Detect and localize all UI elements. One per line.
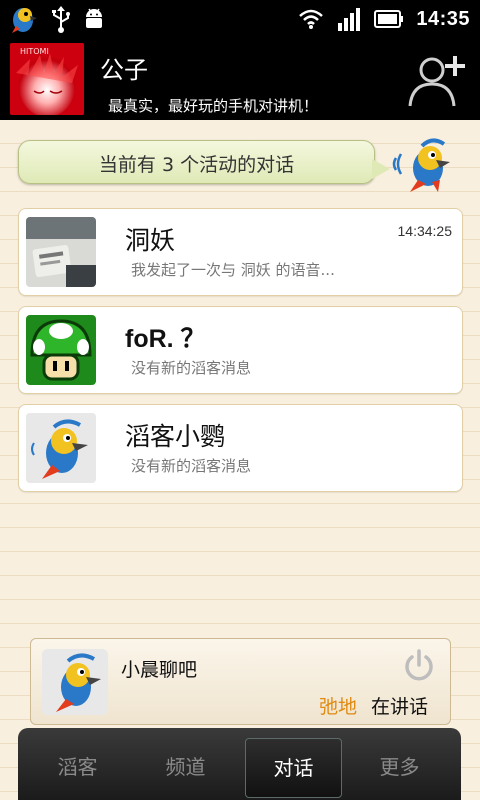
- bubble-tail: [372, 159, 390, 179]
- profile-header: HITOMI 公子 最真实，最好玩的手机对讲机！: [0, 38, 480, 120]
- conversation-subtitle: 没有新的滔客消息: [131, 457, 252, 475]
- signal-icon: [336, 7, 362, 31]
- wifi-icon: [298, 8, 324, 30]
- usb-icon: [50, 5, 72, 33]
- user-name: 公子: [100, 56, 148, 84]
- battery-icon: [374, 10, 404, 28]
- status-time: 14:35: [416, 7, 470, 30]
- tab-channels[interactable]: 频道: [138, 738, 233, 796]
- active-conversations-text: 当前有 3 个活动的对话: [98, 154, 295, 176]
- conversation-item[interactable]: 滔客小鹦 没有新的滔客消息: [18, 404, 463, 492]
- avatar-text: HITOMI: [20, 47, 49, 56]
- parrot-mascot-icon: [392, 136, 456, 192]
- speaking-status: 在讲话: [371, 696, 429, 718]
- power-button[interactable]: [402, 649, 436, 683]
- add-friend-button[interactable]: [408, 52, 468, 108]
- conversation-thumbnail: [26, 217, 96, 287]
- conversation-title: 洞妖: [125, 226, 176, 255]
- conversation-item[interactable]: 洞妖 我发起了一次与 洞妖 的语音... 14:34:25: [18, 208, 463, 296]
- channel-thumbnail: [42, 649, 108, 715]
- tab-more[interactable]: 更多: [352, 738, 447, 796]
- channel-name: 小晨聊吧: [121, 659, 198, 681]
- conversation-title: foR. ？: [125, 325, 206, 353]
- android-debug-icon: [82, 6, 106, 32]
- speaker-name: 弛地: [319, 696, 358, 718]
- user-slogan: 最真实，最好玩的手机对讲机！: [108, 97, 319, 115]
- active-conversations-banner: 当前有 3 个活动的对话: [18, 140, 390, 184]
- conversation-time: 14:34:25: [397, 223, 453, 239]
- bottom-tab-bar: 滔客 频道 对话 更多: [18, 728, 461, 800]
- now-talking-panel[interactable]: 小晨聊吧 弛地 在讲话: [30, 638, 451, 725]
- status-bar: 14:35: [0, 0, 480, 38]
- conversation-thumbnail: [26, 315, 96, 385]
- tab-conversations[interactable]: 对话: [245, 738, 342, 798]
- power-icon: [405, 649, 433, 681]
- conversation-subtitle: 没有新的滔客消息: [131, 359, 252, 377]
- add-user-icon: [408, 56, 465, 107]
- tab-taoke[interactable]: 滔客: [30, 738, 125, 796]
- avatar[interactable]: HITOMI: [10, 43, 84, 115]
- conversation-item[interactable]: foR. ？ 没有新的滔客消息: [18, 306, 463, 394]
- conversation-subtitle: 我发起了一次与 洞妖 的语音...: [131, 261, 335, 279]
- app-parrot-icon: [6, 4, 40, 34]
- conversation-thumbnail: [26, 413, 96, 483]
- conversation-title: 滔客小鹦: [125, 422, 226, 451]
